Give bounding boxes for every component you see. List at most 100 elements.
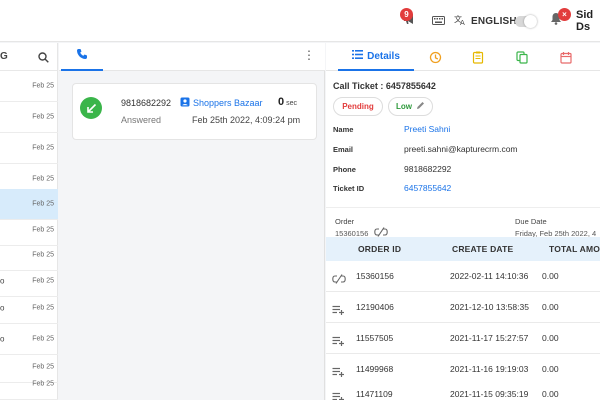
phone-value: 9818682292: [404, 164, 452, 174]
list-item-date: Feb 25: [32, 175, 54, 183]
list-item-date: Feb 25: [32, 304, 54, 312]
theme-toggle[interactable]: [515, 0, 537, 42]
search-icon[interactable]: [38, 50, 49, 68]
list-item-date: Feb 25: [32, 82, 54, 90]
create-date-cell: 2022-02-11 14:10:36: [450, 271, 529, 281]
list-item-date: Feb 25: [32, 144, 54, 152]
ticket-list-header: G: [0, 43, 57, 71]
top-bar: 9 文A ENGLISH × Sid Ds: [0, 0, 600, 42]
more-options-icon[interactable]: ⋮: [303, 49, 315, 61]
column-header-create-date[interactable]: CREATE DATE: [452, 244, 513, 254]
order-label: Order: [335, 217, 355, 226]
email-label: Email: [333, 145, 354, 154]
list-item-date: Feb 25: [32, 200, 54, 208]
copy-icon[interactable]: [515, 50, 529, 64]
status-label: Pending: [342, 102, 374, 111]
create-date-cell: 2021-11-16 19:19:03: [450, 364, 529, 374]
list-item-date: Feb 25: [32, 335, 54, 343]
list-item-date: Feb 25: [32, 226, 54, 234]
due-date-label: Due Date: [515, 217, 547, 226]
keyboard-icon: [432, 12, 445, 30]
list-item-date: Feb 25: [32, 380, 54, 388]
unlink-icon[interactable]: [332, 271, 346, 289]
total-cell: 0.00: [542, 271, 559, 281]
total-cell: 0.00: [542, 364, 559, 374]
total-cell: 0.00: [542, 389, 559, 399]
table-row[interactable]: 11557505 2021-11-17 15:27:57 0.00: [326, 323, 600, 354]
order-id-cell: 11471109: [356, 389, 393, 399]
contact-card-icon: [180, 97, 190, 109]
total-cell: 0.00: [542, 302, 559, 312]
notes-icon[interactable]: [471, 50, 485, 64]
ticket-details-panel: Details Call Ticket : 6457855642 Pending…: [326, 43, 600, 400]
create-date-cell: 2021-11-17 15:27:57: [450, 333, 529, 343]
call-log-panel: ⋮ 9818682292 Answered Shoppers Bazaar Fe…: [59, 43, 325, 400]
ticket-list-title: G: [0, 51, 8, 62]
language-label: ENGLISH: [471, 15, 517, 27]
status-badge[interactable]: Pending: [333, 97, 383, 116]
column-header-order-id[interactable]: ORDER ID: [358, 244, 401, 254]
phone-label: Phone: [333, 165, 356, 174]
language-selector[interactable]: 文A ENGLISH: [454, 0, 517, 42]
name-label: Name: [333, 125, 354, 134]
list-item[interactable]: Feb 25: [0, 102, 58, 133]
contact-name: Shoppers Bazaar: [193, 98, 263, 108]
phone-icon: [76, 47, 88, 65]
tab-calls[interactable]: [61, 43, 103, 71]
add-to-list-icon[interactable]: [332, 302, 345, 320]
order-id-cell: 11499968: [356, 364, 394, 374]
history-icon[interactable]: [428, 50, 442, 64]
column-header-total-amount[interactable]: TOTAL AMO: [549, 244, 600, 254]
announcement-button[interactable]: 9: [400, 0, 424, 42]
list-item[interactable]: Feb 25: [0, 369, 58, 400]
toggle-switch[interactable]: [515, 14, 537, 28]
section-divider: [326, 207, 600, 208]
list-item-date: Feb 25: [32, 113, 54, 121]
add-to-list-icon[interactable]: [332, 333, 345, 351]
call-card[interactable]: 9818682292 Answered Shoppers Bazaar Feb …: [72, 83, 317, 140]
create-date-cell: 2021-11-15 09:35:19: [450, 389, 529, 399]
call-status: Answered: [121, 115, 162, 125]
duration-unit: sec: [286, 100, 298, 107]
user-name: Sid Ds: [576, 9, 594, 33]
svg-text:A: A: [460, 19, 465, 25]
ticket-id-value[interactable]: 6457855642: [404, 183, 451, 193]
add-to-list-icon[interactable]: [332, 389, 345, 400]
list-item[interactable]: o Feb 25: [0, 324, 58, 355]
incoming-call-icon: [80, 97, 102, 119]
list-item-prefix: o: [0, 334, 5, 344]
orders-table-header: ORDER ID CREATE DATE TOTAL AMO: [326, 237, 600, 261]
list-item[interactable]: Feb 25: [0, 133, 58, 164]
ticket-list-panel: G Feb 25 Feb 25 Feb 25 Feb 25 Feb 25 Feb…: [0, 43, 58, 400]
call-log-tabbar: ⋮: [59, 43, 325, 71]
call-duration: 0 sec: [278, 96, 297, 108]
email-value: preeti.sahni@kapturecrm.com: [404, 144, 518, 154]
priority-label: Low: [396, 102, 412, 111]
create-date-cell: 2021-12-10 13:58:35: [450, 302, 529, 312]
name-value[interactable]: Preeti Sahni: [404, 124, 450, 134]
order-id-cell: 12190406: [356, 302, 394, 312]
list-item-prefix: o: [0, 276, 5, 286]
priority-badge[interactable]: Low: [388, 97, 433, 116]
list-item[interactable]: Feb 25: [0, 71, 58, 102]
tab-details-label: Details: [367, 50, 400, 62]
translate-icon: 文A: [454, 12, 466, 30]
list-item[interactable]: o Feb 25: [0, 293, 58, 324]
table-row[interactable]: 15360156 2022-02-11 14:10:36 0.00: [326, 261, 600, 292]
table-row[interactable]: 12190406 2021-12-10 13:58:35 0.00: [326, 292, 600, 323]
details-tabbar: Details: [326, 43, 600, 71]
alerts-button[interactable]: ×: [550, 0, 571, 42]
notification-count-badge: 9: [400, 8, 413, 21]
pencil-icon[interactable]: [416, 101, 425, 112]
keyboard-button[interactable]: [432, 0, 446, 42]
table-row[interactable]: 11471109 2021-11-15 09:35:19 0.00: [326, 379, 600, 400]
duration-value: 0: [278, 96, 285, 108]
calendar-icon[interactable]: [559, 50, 573, 64]
ticket-title: Call Ticket : 6457855642: [333, 81, 436, 91]
contact-link[interactable]: Shoppers Bazaar: [180, 97, 263, 109]
tab-details[interactable]: Details: [338, 43, 414, 71]
ticket-id-label: Ticket ID: [333, 184, 365, 193]
list-item-prefix: o: [0, 303, 5, 313]
user-menu[interactable]: Sid Ds: [576, 0, 600, 42]
list-item-date: Feb 25: [32, 251, 54, 259]
